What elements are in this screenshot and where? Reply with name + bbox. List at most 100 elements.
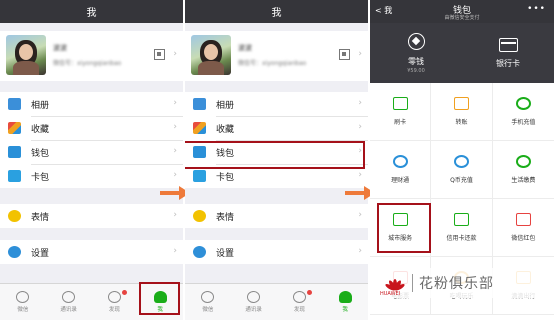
transfer-icon — [453, 97, 469, 110]
avatar[interactable] — [6, 35, 46, 75]
wallet-service-item[interactable]: Q币充值 — [431, 141, 493, 199]
bank-card-button[interactable]: 银行卡 — [462, 23, 554, 83]
credit-card-icon — [453, 213, 469, 226]
watermark-brand: HUAWEI — [380, 291, 401, 297]
watermark-separator — [412, 274, 413, 292]
page-title: 我 — [271, 8, 282, 19]
q-coin-icon — [453, 155, 469, 168]
menu-group-3: 设置 › — [0, 240, 183, 264]
highlight-box-city-service — [377, 203, 431, 253]
chevron-right-icon: › — [173, 210, 177, 220]
tab-contacts[interactable]: 通讯录 — [46, 284, 92, 320]
tab-label: 我 — [342, 307, 348, 313]
notification-dot — [122, 290, 128, 295]
menu-item-wallet[interactable]: 钱包 › — [0, 140, 183, 164]
chevron-right-icon: › — [173, 146, 177, 156]
menu-label: 卡包 — [216, 172, 235, 183]
change-balance: ¥59.00 — [407, 67, 425, 74]
card-pack-icon — [193, 170, 206, 182]
chevron-right-icon: › — [358, 49, 362, 59]
wallet-service-label: 理财通 — [391, 177, 410, 184]
title-bar: 我 — [0, 0, 183, 23]
phone-topup-icon — [515, 97, 531, 110]
profile-card[interactable]: 波波 微信号：xiyongqianbao › — [185, 31, 368, 81]
photo-icon — [8, 98, 21, 110]
compass-icon — [107, 291, 121, 303]
wallet-service-label: Q币充值 — [450, 177, 473, 184]
highlight-box-wallet — [185, 141, 365, 169]
card-pack-icon — [8, 170, 21, 182]
menu-label: 收藏 — [216, 124, 235, 135]
menu-item-stickers[interactable]: 表情 › — [185, 204, 368, 228]
tab-label: 发现 — [108, 307, 120, 313]
menu-item-favorites[interactable]: 收藏 › — [0, 116, 183, 140]
tab-label: 微信 — [17, 307, 29, 313]
wallet-service-item[interactable]: 生活缴费 — [492, 141, 554, 199]
page-subtitle: 由微信安全支付 — [444, 15, 480, 21]
profile-name: 波波 — [238, 44, 252, 52]
profile-wechat-id: 微信号：xiyongqianbao — [238, 60, 307, 67]
settings-gear-icon — [193, 246, 206, 258]
photo-icon — [193, 98, 206, 110]
tab-label: 发现 — [293, 307, 305, 313]
chevron-right-icon: › — [358, 98, 362, 108]
wallet-service-item[interactable]: 手机充值 — [492, 83, 554, 141]
menu-group-2: 表情 › — [0, 204, 183, 228]
menu-item-settings[interactable]: 设置 › — [185, 240, 368, 264]
tab-me[interactable]: 我 — [322, 284, 368, 320]
wallet-service-label: 信用卡还款 — [446, 235, 477, 242]
menu-item-settings[interactable]: 设置 › — [0, 240, 183, 264]
me-screen-step-1: 我 波波 微信号：xiyongqianbao › 相册 › 收藏 › 钱包 › 卡包 ›… — [0, 0, 183, 320]
qr-code-icon[interactable] — [339, 49, 350, 60]
menu-item-album[interactable]: 相册 › — [185, 92, 368, 116]
chevron-right-icon: › — [358, 246, 362, 256]
menu-label: 设置 — [216, 248, 235, 259]
person-icon — [338, 291, 352, 303]
tab-label: 通讯录 — [60, 307, 77, 313]
me-screen-step-2: 我 波波 微信号：xiyongqianbao › 相册 › 收藏 › 钱包 › 卡包 ›… — [185, 0, 368, 320]
favorites-cube-icon — [8, 122, 21, 134]
menu-label: 相册 — [31, 100, 50, 111]
wallet-service-item[interactable]: 微信红包 — [492, 199, 554, 257]
title-bar: 我 — [185, 0, 368, 23]
tab-chats[interactable]: 微信 — [0, 284, 46, 320]
bank-card-label: 银行卡 — [496, 58, 520, 68]
profile-card[interactable]: 波波 微信号：xiyongqianbao › — [0, 31, 183, 81]
chevron-right-icon: › — [173, 246, 177, 256]
menu-label: 表情 — [216, 212, 235, 223]
wallet-service-item[interactable]: 理财通 — [370, 141, 432, 199]
wallet-service-label: 微信红包 — [511, 235, 536, 242]
notification-dot — [307, 290, 313, 295]
wallet-service-item[interactable]: 信用卡还款 — [431, 199, 493, 257]
tab-chats[interactable]: 微信 — [185, 284, 231, 320]
menu-label: 钱包 — [31, 148, 50, 159]
tab-label: 微信 — [202, 307, 214, 313]
menu-group-1: 相册 › 收藏 › 钱包 › 卡包 › — [185, 92, 368, 188]
tab-label: 通讯录 — [245, 307, 262, 313]
menu-item-stickers[interactable]: 表情 › — [0, 204, 183, 228]
huawei-logo-icon — [384, 274, 406, 292]
tab-discover[interactable]: 发现 — [92, 284, 138, 320]
change-button[interactable]: 零钱 ¥59.00 — [370, 23, 462, 83]
qr-code-icon[interactable] — [154, 49, 165, 60]
menu-label: 收藏 — [31, 124, 50, 135]
menu-item-favorites[interactable]: 收藏 › — [185, 116, 368, 140]
chevron-right-icon: › — [173, 98, 177, 108]
wallet-service-item[interactable]: 转账 — [431, 83, 493, 141]
watermark: 花粉俱乐部 — [380, 268, 550, 298]
more-button[interactable]: ••• — [527, 4, 546, 14]
wallet-service-item[interactable]: 刷卡 — [370, 83, 432, 141]
menu-group-2: 表情 › — [185, 204, 368, 228]
avatar[interactable] — [191, 35, 231, 75]
chat-bubble-icon — [16, 291, 30, 303]
tab-discover[interactable]: 发现 — [277, 284, 323, 320]
compass-icon — [292, 291, 306, 303]
tab-contacts[interactable]: 通讯录 — [231, 284, 277, 320]
settings-gear-icon — [8, 246, 21, 258]
change-diamond-icon — [407, 32, 425, 50]
menu-item-album[interactable]: 相册 › — [0, 92, 183, 116]
chevron-right-icon: › — [173, 49, 177, 59]
smiley-icon — [193, 210, 206, 222]
menu-item-card-pack[interactable]: 卡包 › — [0, 164, 183, 188]
wealth-icon — [392, 155, 408, 168]
